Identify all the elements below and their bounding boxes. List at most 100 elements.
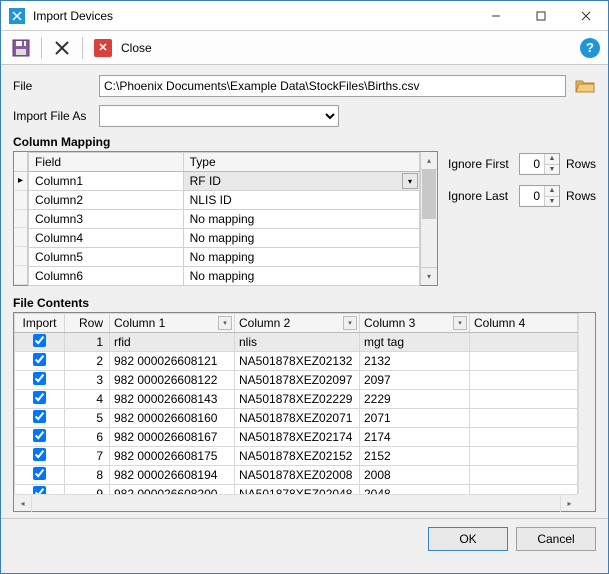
chevron-down-icon[interactable]: ▾ bbox=[453, 316, 467, 330]
column4-cell bbox=[470, 333, 578, 352]
maximize-button[interactable] bbox=[518, 1, 563, 31]
ok-button[interactable]: OK bbox=[428, 527, 508, 551]
table-row[interactable]: 8982 000026608194NA501878XEZ020082008 bbox=[15, 466, 578, 485]
save-button[interactable] bbox=[9, 36, 33, 60]
import-checkbox-cell[interactable] bbox=[15, 333, 65, 352]
mapping-type-cell[interactable]: No mapping bbox=[183, 248, 419, 267]
ignore-first-spinner[interactable]: ▲▼ bbox=[519, 153, 560, 175]
column4-cell bbox=[470, 447, 578, 466]
spin-up-icon[interactable]: ▲ bbox=[545, 154, 559, 165]
mapping-row[interactable]: Column5 No mapping bbox=[29, 248, 420, 267]
chevron-down-icon[interactable]: ▾ bbox=[218, 316, 232, 330]
ignore-first-label: Ignore First bbox=[448, 157, 513, 171]
close-label[interactable]: Close bbox=[121, 41, 152, 55]
mapping-row[interactable]: Column2 NLIS ID bbox=[29, 191, 420, 210]
import-checkbox[interactable] bbox=[33, 372, 46, 385]
column2-cell: NA501878XEZ02071 bbox=[235, 409, 360, 428]
column4-cell bbox=[470, 352, 578, 371]
mapping-field-cell[interactable]: Column2 bbox=[29, 191, 184, 210]
mapping-row[interactable]: Column3 No mapping bbox=[29, 210, 420, 229]
import-checkbox[interactable] bbox=[33, 467, 46, 480]
delete-button[interactable] bbox=[50, 36, 74, 60]
help-button[interactable]: ? bbox=[580, 38, 600, 58]
spin-down-icon[interactable]: ▼ bbox=[545, 197, 559, 207]
import-checkbox-cell[interactable] bbox=[15, 371, 65, 390]
import-checkbox-cell[interactable] bbox=[15, 390, 65, 409]
column1-cell: 982 000026608122 bbox=[110, 371, 235, 390]
mapping-scrollbar[interactable] bbox=[420, 152, 437, 285]
ignore-last-spinner[interactable]: ▲▼ bbox=[519, 185, 560, 207]
row-number-cell: 1 bbox=[65, 333, 110, 352]
spin-down-icon[interactable]: ▼ bbox=[545, 165, 559, 175]
content-area: File Import File As Column Mapping ▸ Fie… bbox=[1, 65, 608, 518]
import-as-label: Import File As bbox=[13, 109, 91, 123]
close-icon-button[interactable]: ✕ bbox=[91, 36, 115, 60]
table-row[interactable]: 2982 000026608121NA501878XEZ021322132 bbox=[15, 352, 578, 371]
file-contents-grid[interactable]: Import Row Column 1▾ Column 2▾ Column 3▾… bbox=[13, 312, 596, 512]
file-path-input[interactable] bbox=[99, 75, 566, 97]
import-checkbox[interactable] bbox=[33, 391, 46, 404]
mapping-field-cell[interactable]: Column1 bbox=[29, 172, 184, 191]
horizontal-scrollbar[interactable] bbox=[14, 494, 578, 511]
import-checkbox-cell[interactable] bbox=[15, 352, 65, 371]
mapping-field-cell[interactable]: Column5 bbox=[29, 248, 184, 267]
browse-button[interactable] bbox=[574, 76, 596, 96]
minimize-button[interactable] bbox=[473, 1, 518, 31]
table-row[interactable]: 3982 000026608122NA501878XEZ020972097 bbox=[15, 371, 578, 390]
import-checkbox-cell[interactable] bbox=[15, 428, 65, 447]
file-header-row[interactable]: Row bbox=[65, 314, 110, 333]
column-mapping-grid[interactable]: ▸ Field Type Column1 RF ID▾ Column2 NLIS… bbox=[13, 151, 438, 286]
import-checkbox-cell[interactable] bbox=[15, 447, 65, 466]
ignore-last-input[interactable] bbox=[520, 186, 544, 206]
rows-label: Rows bbox=[566, 157, 596, 171]
mapping-type-cell[interactable]: No mapping bbox=[183, 267, 419, 286]
mapping-row[interactable]: Column4 No mapping bbox=[29, 229, 420, 248]
mapping-type-cell[interactable]: No mapping bbox=[183, 229, 419, 248]
mapping-type-cell[interactable]: NLIS ID bbox=[183, 191, 419, 210]
column2-cell: NA501878XEZ02229 bbox=[235, 390, 360, 409]
chevron-down-icon[interactable]: ▾ bbox=[402, 173, 418, 189]
table-row[interactable]: 6982 000026608167NA501878XEZ021742174 bbox=[15, 428, 578, 447]
column3-cell: 2229 bbox=[360, 390, 470, 409]
mapping-field-cell[interactable]: Column3 bbox=[29, 210, 184, 229]
column3-cell: 2008 bbox=[360, 466, 470, 485]
dialog-footer: OK Cancel bbox=[1, 518, 608, 559]
mapping-header-type[interactable]: Type bbox=[183, 153, 419, 172]
column4-cell bbox=[470, 428, 578, 447]
import-checkbox[interactable] bbox=[33, 448, 46, 461]
table-row[interactable]: 4982 000026608143NA501878XEZ022292229 bbox=[15, 390, 578, 409]
column1-cell: rfid bbox=[110, 333, 235, 352]
file-header-column4[interactable]: Column 4 bbox=[470, 314, 578, 333]
table-row[interactable]: 7982 000026608175NA501878XEZ021522152 bbox=[15, 447, 578, 466]
table-row[interactable]: 5982 000026608160NA501878XEZ020712071 bbox=[15, 409, 578, 428]
vertical-scrollbar[interactable] bbox=[578, 313, 595, 494]
mapping-field-cell[interactable]: Column6 bbox=[29, 267, 184, 286]
column4-cell bbox=[470, 466, 578, 485]
mapping-type-cell[interactable]: No mapping bbox=[183, 210, 419, 229]
file-header-column3[interactable]: Column 3▾ bbox=[360, 314, 470, 333]
import-checkbox-cell[interactable] bbox=[15, 466, 65, 485]
column2-cell: NA501878XEZ02097 bbox=[235, 371, 360, 390]
import-as-select[interactable] bbox=[99, 105, 339, 127]
mapping-row[interactable]: Column1 RF ID▾ bbox=[29, 172, 420, 191]
file-header-column2[interactable]: Column 2▾ bbox=[235, 314, 360, 333]
import-checkbox[interactable] bbox=[33, 334, 46, 347]
close-window-button[interactable] bbox=[563, 1, 608, 31]
table-row[interactable]: 1rfidnlismgt tag bbox=[15, 333, 578, 352]
import-checkbox-cell[interactable] bbox=[15, 409, 65, 428]
mapping-field-cell[interactable]: Column4 bbox=[29, 229, 184, 248]
column2-cell: nlis bbox=[235, 333, 360, 352]
chevron-down-icon[interactable]: ▾ bbox=[343, 316, 357, 330]
import-checkbox[interactable] bbox=[33, 410, 46, 423]
mapping-row[interactable]: Column6 No mapping bbox=[29, 267, 420, 286]
import-checkbox[interactable] bbox=[33, 353, 46, 366]
cancel-button[interactable]: Cancel bbox=[516, 527, 596, 551]
file-header-column1[interactable]: Column 1▾ bbox=[110, 314, 235, 333]
mapping-type-cell[interactable]: RF ID▾ bbox=[183, 172, 419, 191]
import-checkbox[interactable] bbox=[33, 429, 46, 442]
file-header-import[interactable]: Import bbox=[15, 314, 65, 333]
row-number-cell: 7 bbox=[65, 447, 110, 466]
mapping-header-field[interactable]: Field bbox=[29, 153, 184, 172]
ignore-first-input[interactable] bbox=[520, 154, 544, 174]
spin-up-icon[interactable]: ▲ bbox=[545, 186, 559, 197]
